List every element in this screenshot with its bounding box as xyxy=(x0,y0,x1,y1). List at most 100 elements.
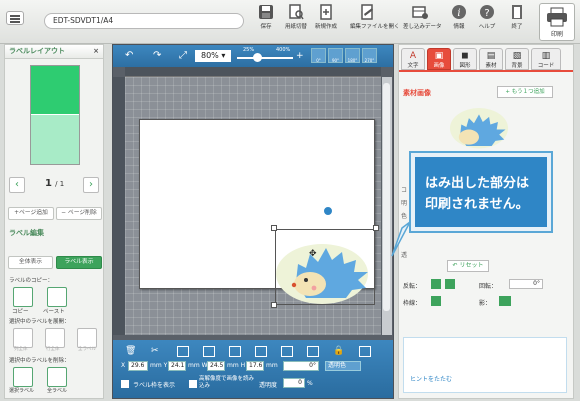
zoom-slider-handle[interactable] xyxy=(253,53,262,62)
rotate-0-button[interactable]: 0° xyxy=(311,48,326,63)
zoom-in-icon[interactable]: + xyxy=(296,51,304,61)
info-icon: i xyxy=(452,5,466,19)
expand-row-icon[interactable] xyxy=(45,328,65,348)
save-button[interactable]: 保存 xyxy=(249,4,283,42)
resize-handle-top-right[interactable] xyxy=(373,225,379,231)
paste-icon[interactable] xyxy=(47,287,67,307)
help-button[interactable]: ? ヘルプ xyxy=(470,4,504,42)
label-view-button[interactable]: ラベル表示 xyxy=(56,256,102,269)
label-slot[interactable] xyxy=(31,115,79,164)
tab-material-label: 素材 xyxy=(485,63,497,69)
add-another-button[interactable]: + もう１つ追加 xyxy=(497,86,553,98)
canvas-area: ↶ ↷ ⤢ 80% ▾ 25% 400% + 0° 90° 180° 270° … xyxy=(112,44,394,399)
add-page-button[interactable]: +ページ追加 xyxy=(8,207,54,220)
angle-input[interactable]: 0° xyxy=(283,361,319,371)
zoom-slider[interactable] xyxy=(237,57,293,59)
menu-icon[interactable] xyxy=(6,11,24,25)
hires-checkbox[interactable] xyxy=(189,380,197,388)
copy-label: コピー xyxy=(12,309,29,315)
redo-icon[interactable]: ↷ xyxy=(153,50,161,61)
show-frame-label: ラベル枠を表示 xyxy=(133,382,176,389)
paper-switch-button[interactable]: 用紙切替 xyxy=(279,4,313,42)
expand-all-icon[interactable] xyxy=(77,328,97,348)
rotate-90-button[interactable]: 90° xyxy=(328,48,343,63)
hide-hint-link[interactable]: ヒントをたたむ xyxy=(410,374,452,383)
tab-image[interactable]: ▣ 画像 xyxy=(427,48,451,70)
fit-screen-icon[interactable]: ⤢ xyxy=(179,50,187,61)
rotate-270-button[interactable]: 270° xyxy=(362,48,377,63)
reset-button[interactable]: ↶ リセット xyxy=(447,260,489,272)
tab-code[interactable]: ▥ コード xyxy=(531,48,561,70)
material-preview[interactable] xyxy=(443,103,515,151)
rotate-handle[interactable] xyxy=(322,205,334,217)
printer-icon xyxy=(547,7,567,27)
border-label: 枠線： xyxy=(403,300,422,307)
selected-image-frame[interactable] xyxy=(275,229,375,305)
exit-button[interactable]: 終了 xyxy=(500,4,534,42)
front-icon[interactable] xyxy=(229,346,241,357)
resize-handle-top-left[interactable] xyxy=(271,225,277,231)
layers-icon[interactable] xyxy=(359,346,371,357)
transparent-color-button[interactable]: 透明色 xyxy=(325,361,361,371)
opacity-input[interactable]: 0 xyxy=(283,378,305,388)
layout-thumbnail[interactable] xyxy=(30,65,80,165)
hedgehog-image[interactable] xyxy=(276,230,376,306)
w-input[interactable]: 24.5 xyxy=(207,361,225,371)
x-input[interactable]: 29.6 xyxy=(128,361,148,371)
label-edit-title: ラベル編集 xyxy=(9,229,44,237)
scrollbar-thumb[interactable] xyxy=(383,83,390,311)
svg-text:?: ? xyxy=(484,8,489,19)
new-label: 新規作成 xyxy=(314,24,337,30)
tab-shape[interactable]: ◼ 図形 xyxy=(453,48,477,70)
paste-tool-icon[interactable] xyxy=(203,346,215,357)
tooltip-line-2: 印刷されません。 xyxy=(425,197,529,212)
merge-data-button[interactable]: 差し込みデータ xyxy=(403,4,442,42)
delete-all-icon[interactable] xyxy=(47,367,67,387)
border-color-icon[interactable] xyxy=(431,296,441,306)
expand-column-icon[interactable] xyxy=(13,328,33,348)
copy-icon[interactable] xyxy=(13,287,33,307)
help-icon: ? xyxy=(480,5,494,19)
shadow-color-icon[interactable] xyxy=(499,296,511,306)
tab-underline xyxy=(399,70,573,72)
align-icon[interactable] xyxy=(255,346,267,357)
close-icon[interactable]: × xyxy=(93,45,99,58)
open-file-button[interactable]: 編集ファイルを開く xyxy=(350,4,400,42)
h-input[interactable]: 17.6 xyxy=(246,361,264,371)
tab-material[interactable]: ▤ 素材 xyxy=(479,48,503,70)
show-frame-checkbox[interactable] xyxy=(121,380,129,388)
trash-icon[interactable]: 🗑 xyxy=(125,346,137,357)
resize-handle-bottom-left[interactable] xyxy=(271,302,277,308)
page-indicator: 1 / 1 xyxy=(45,178,64,189)
tab-text[interactable]: A 文字 xyxy=(401,48,425,70)
print-button[interactable]: 印刷 xyxy=(539,3,575,41)
fill-icon[interactable] xyxy=(281,346,293,357)
delete-selected-icon[interactable] xyxy=(13,367,33,387)
zoom-value: 80% xyxy=(201,51,219,60)
zoom-select[interactable]: 80% ▾ xyxy=(195,50,231,62)
delete-page-button[interactable]: − ページ削除 xyxy=(56,207,102,220)
all-view-button[interactable]: 全体表示 xyxy=(8,256,53,269)
flip-vertical-icon[interactable] xyxy=(445,279,455,289)
flip-horizontal-icon[interactable] xyxy=(431,279,441,289)
next-page-button[interactable]: › xyxy=(83,177,99,193)
tooltip-body: はみ出した部分は 印刷されません。 xyxy=(415,157,547,227)
flip-label: 反転： xyxy=(403,283,422,290)
fit-icon[interactable] xyxy=(307,346,319,357)
label-slot-selected[interactable] xyxy=(31,66,79,115)
y-input[interactable]: 24.1 xyxy=(168,361,186,371)
lock-icon[interactable]: 🔒 xyxy=(333,346,345,357)
rotate-input[interactable]: 0° xyxy=(509,279,543,289)
tab-background-label: 背景 xyxy=(511,63,523,69)
save-label: 保存 xyxy=(260,24,272,30)
undo-icon[interactable]: ↶ xyxy=(125,50,133,61)
partial-label-2: 明 xyxy=(401,200,408,207)
copy-tool-icon[interactable] xyxy=(177,346,189,357)
new-button[interactable]: 新規作成 xyxy=(309,4,343,42)
cut-icon[interactable]: ✂ xyxy=(151,346,163,357)
rotate-180-button[interactable]: 180° xyxy=(345,48,360,63)
page-current: 1 xyxy=(45,178,52,189)
tab-background[interactable]: ▧ 背景 xyxy=(505,48,529,70)
vertical-scrollbar[interactable] xyxy=(382,77,392,335)
prev-page-button[interactable]: ‹ xyxy=(9,177,25,193)
